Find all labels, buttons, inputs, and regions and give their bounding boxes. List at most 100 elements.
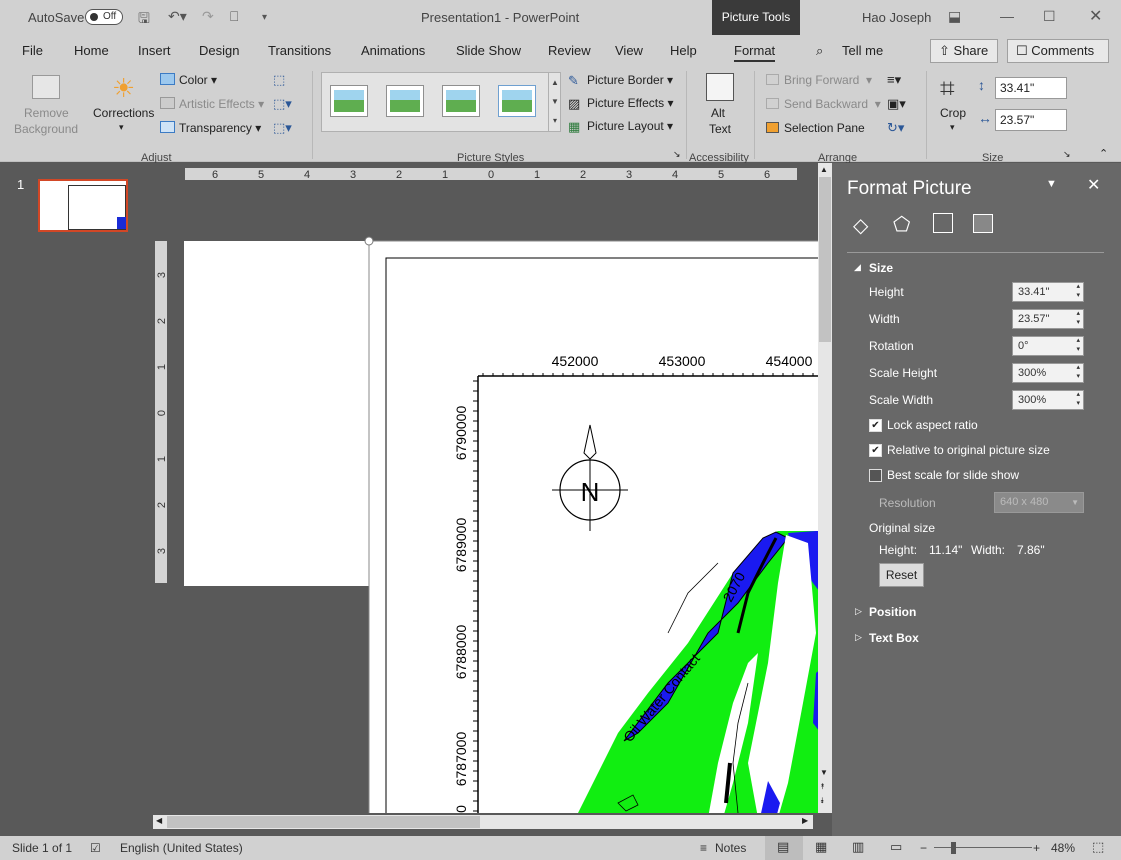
tab-transitions[interactable]: Transitions — [268, 43, 331, 58]
align-icon[interactable]: ≡▾ — [887, 72, 901, 88]
scale-width-input[interactable]: 300% — [1012, 390, 1084, 410]
spelling-icon[interactable]: ☑ — [90, 841, 101, 855]
horizontal-scrollbar[interactable]: ◀ ▶ — [153, 815, 813, 829]
horizontal-scroll-thumb[interactable] — [167, 816, 480, 828]
rotate-icon[interactable]: ↻▾ — [887, 120, 904, 136]
best-scale-label[interactable]: Best scale for slide show — [887, 468, 1019, 482]
comments-button[interactable]: ☐ Comments — [1007, 39, 1109, 63]
reset-button[interactable]: Reset — [879, 563, 924, 587]
artistic-effects-button[interactable]: Artistic Effects ▾ — [179, 97, 264, 111]
tab-design[interactable]: Design — [199, 43, 239, 58]
picture-style-4[interactable] — [498, 85, 536, 117]
size-properties-icon[interactable] — [933, 213, 953, 233]
picture-style-2[interactable] — [386, 85, 424, 117]
group-objects-icon[interactable]: ▣▾ — [887, 96, 906, 112]
undo-icon[interactable]: ↶▾ — [168, 8, 187, 25]
remove-background-label-1[interactable]: Remove — [24, 106, 69, 120]
lock-aspect-label[interactable]: Lock aspect ratio — [887, 418, 978, 432]
tab-home[interactable]: Home — [74, 43, 109, 58]
scroll-right-icon[interactable]: ▶ — [802, 816, 808, 825]
size-launcher-icon[interactable]: ↘ — [1063, 149, 1071, 160]
collapse-ribbon-icon[interactable]: ⌃ — [1099, 147, 1108, 160]
compress-pictures-icon[interactable]: ⬚ — [273, 72, 285, 88]
zoom-in-icon[interactable]: + — [1033, 841, 1040, 855]
tab-slide-show[interactable]: Slide Show — [456, 43, 521, 58]
selection-pane-button[interactable]: Selection Pane — [784, 121, 865, 135]
crop-button[interactable]: Crop — [940, 106, 966, 120]
fit-slide-icon[interactable]: ⬚ — [1092, 839, 1104, 855]
ribbon-display-icon[interactable]: ⬓ — [948, 8, 961, 25]
effects-icon[interactable]: ⬠ — [893, 212, 910, 237]
width-input[interactable]: 23.57" — [1012, 309, 1084, 329]
rotation-input[interactable]: 0° — [1012, 336, 1084, 356]
resolution-select[interactable]: 640 x 480 ▼ — [994, 492, 1084, 513]
picture-icon[interactable] — [973, 214, 993, 233]
scroll-down-icon[interactable]: ▼ ⯭ ⯯ — [820, 766, 828, 808]
format-shape-launcher-icon[interactable]: ↘ — [673, 149, 681, 160]
height-input[interactable]: 33.41" — [1012, 282, 1084, 302]
language-label[interactable]: English (United States) — [120, 841, 243, 855]
user-name[interactable]: Hao Joseph — [862, 10, 931, 25]
minimize-icon[interactable]: — — [1000, 8, 1014, 24]
ribbon-height-input[interactable]: 33.41" — [995, 77, 1067, 99]
tab-animations[interactable]: Animations — [361, 43, 425, 58]
close-icon[interactable]: ✕ — [1089, 6, 1102, 26]
zoom-level[interactable]: 48% — [1051, 841, 1075, 855]
crop-dropdown-icon[interactable]: ▾ — [950, 122, 955, 133]
pane-options-icon[interactable]: ▼ — [1046, 178, 1057, 190]
customize-qat-icon[interactable]: ▾ — [262, 12, 267, 23]
tab-help[interactable]: Help — [670, 43, 697, 58]
tell-me-search[interactable]: Tell me — [842, 43, 883, 58]
change-picture-icon[interactable]: ⬚▾ — [273, 96, 292, 112]
tab-format[interactable]: Format — [734, 43, 776, 62]
reading-view-icon[interactable]: ▥ — [852, 839, 864, 855]
picture-style-3[interactable] — [442, 85, 480, 117]
transparency-button[interactable]: Transparency ▾ — [179, 121, 261, 135]
scroll-up-icon[interactable]: ▲ — [820, 165, 828, 174]
vertical-scroll-thumb[interactable] — [819, 177, 831, 342]
color-button[interactable]: Color ▾ — [179, 73, 217, 87]
scale-height-input[interactable]: 300% — [1012, 363, 1084, 383]
reset-picture-icon[interactable]: ⬚▾ — [273, 120, 292, 136]
size-section-expand-icon[interactable]: ◢ — [854, 262, 861, 273]
slideshow-view-icon[interactable]: ▭ — [890, 839, 902, 855]
autosave-toggle[interactable]: Off — [85, 9, 123, 25]
slide-canvas[interactable]: 452000 453000 454000 6790000 6789000 6788000… — [148, 163, 818, 813]
picture-layout-button[interactable]: Picture Layout ▾ — [587, 119, 673, 133]
slide-sorter-icon[interactable]: ▦ — [815, 839, 827, 855]
corrections-button[interactable]: Corrections — [93, 106, 154, 120]
present-icon[interactable]: ⎕ — [230, 8, 238, 25]
fill-line-icon[interactable]: ◇ — [853, 213, 868, 238]
redo-icon[interactable]: ↷ — [202, 8, 214, 25]
gallery-scroll-icon[interactable]: ▲ ▼ ▾ — [548, 73, 561, 131]
alt-text-label-1[interactable]: Alt — [711, 106, 725, 120]
tab-file[interactable]: File — [22, 43, 43, 58]
picture-styles-gallery[interactable]: ▲ ▼ ▾ — [321, 72, 561, 132]
slide-thumbnail[interactable] — [38, 179, 128, 232]
maximize-icon[interactable]: ☐ — [1043, 8, 1056, 25]
corrections-dropdown-icon[interactable]: ▾ — [119, 122, 124, 133]
tab-review[interactable]: Review — [548, 43, 591, 58]
picture-border-button[interactable]: Picture Border ▾ — [587, 73, 673, 87]
tab-view[interactable]: View — [615, 43, 643, 58]
scroll-left-icon[interactable]: ◀ — [156, 816, 162, 825]
pane-close-icon[interactable]: ✕ — [1087, 175, 1100, 195]
zoom-slider-track[interactable] — [934, 847, 1032, 848]
vertical-scrollbar[interactable]: ▲ ▼ ⯭ ⯯ — [818, 163, 832, 813]
textbox-section-header[interactable]: Text Box — [869, 631, 919, 645]
lock-aspect-checkbox[interactable]: ✔ — [869, 419, 882, 432]
best-scale-checkbox[interactable] — [869, 469, 882, 482]
send-backward-button[interactable]: Send Backward ▾ — [784, 97, 881, 111]
position-expand-icon[interactable]: ▷ — [855, 606, 862, 617]
relative-original-checkbox[interactable]: ✔ — [869, 444, 882, 457]
relative-original-label[interactable]: Relative to original picture size — [887, 443, 1050, 457]
bring-forward-button[interactable]: Bring Forward ▾ — [784, 73, 872, 87]
picture-effects-button[interactable]: Picture Effects ▾ — [587, 96, 674, 110]
zoom-out-icon[interactable]: − — [920, 841, 927, 855]
save-icon[interactable]: 🖫 — [138, 8, 150, 32]
size-section-header[interactable]: Size — [869, 261, 893, 275]
textbox-expand-icon[interactable]: ▷ — [855, 632, 862, 643]
notes-button[interactable]: Notes — [715, 841, 746, 855]
picture-style-1[interactable] — [330, 85, 368, 117]
zoom-slider-thumb[interactable] — [951, 842, 956, 854]
